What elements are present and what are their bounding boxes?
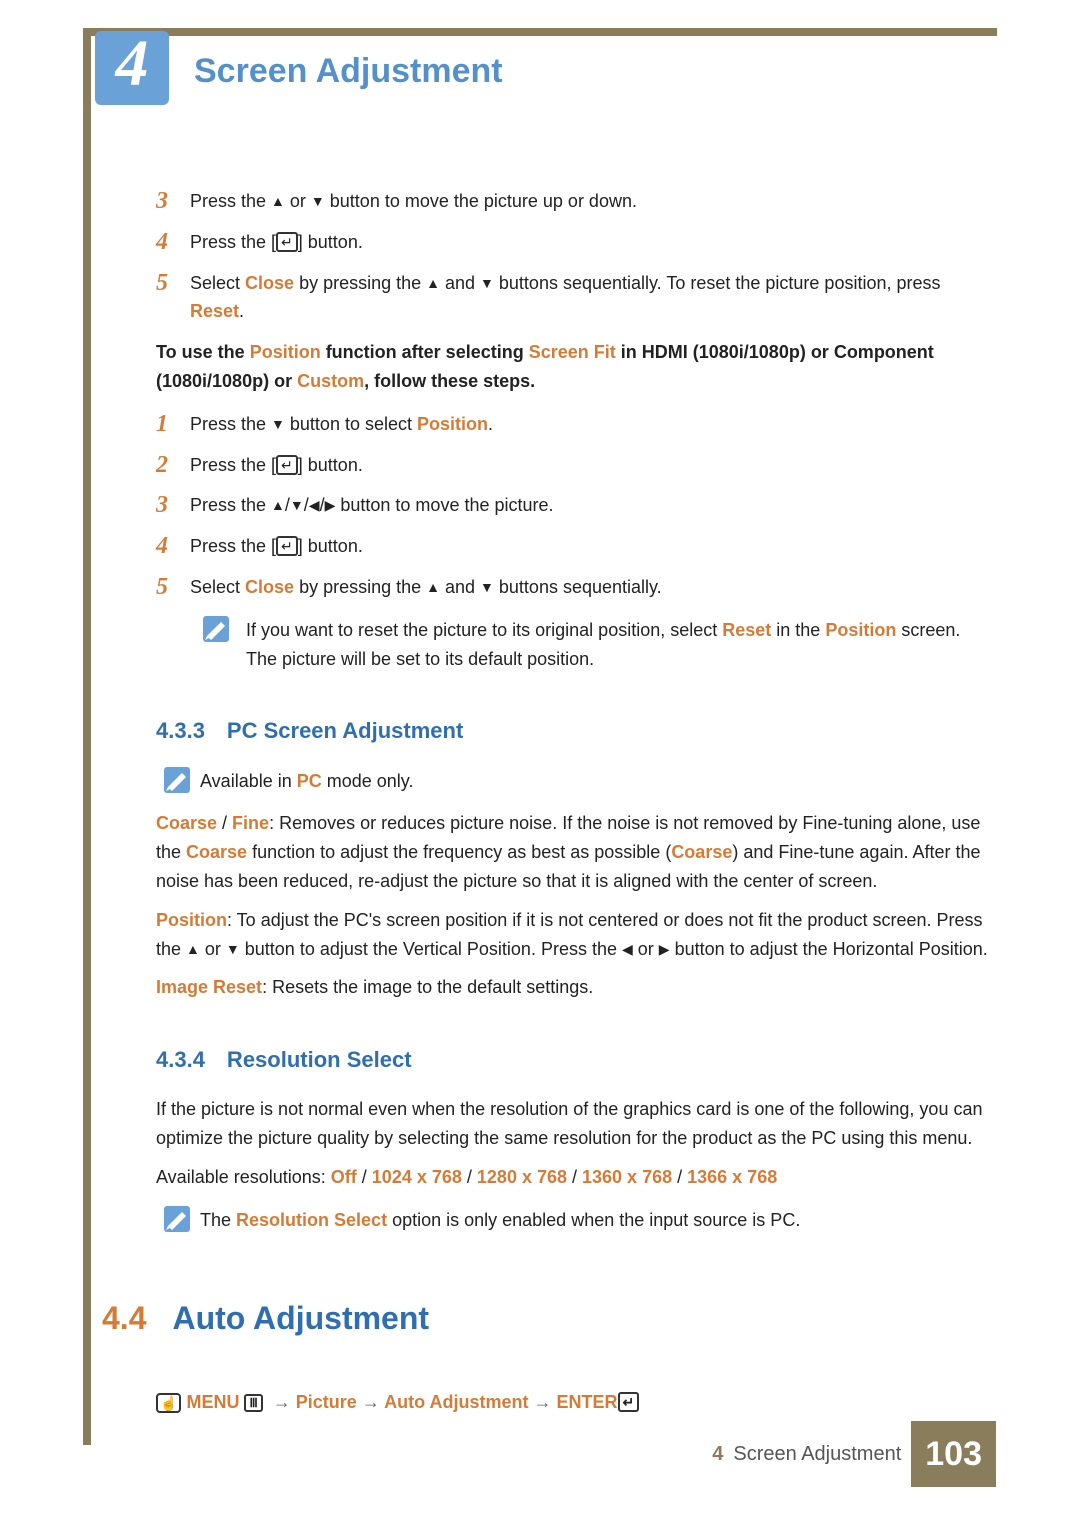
step-number: 4 — [156, 228, 190, 257]
heading-434: 4.3.4 Resolution Select — [156, 1042, 996, 1077]
chapter-title: Screen Adjustment — [194, 44, 503, 98]
note-433-text: Available in PC mode only. — [200, 767, 996, 796]
step-row: 5Select Close by pressing the ▲ and ▼ bu… — [156, 269, 996, 327]
heading-433: 4.3.3 PC Screen Adjustment — [156, 713, 996, 748]
chapter-number-badge: 4 — [95, 31, 169, 105]
step-text: Press the [↵] button. — [190, 532, 996, 561]
step-row: 3Press the ▲/▼/◀/▶ button to move the pi… — [156, 491, 996, 520]
footer-chapter-number: 4 — [712, 1438, 723, 1470]
note-434-row: The Resolution Select option is only ena… — [154, 1206, 996, 1235]
side-border — [83, 28, 91, 1445]
para-434-1: If the picture is not normal even when t… — [156, 1095, 996, 1153]
note-433-row: Available in PC mode only. — [154, 767, 996, 796]
step-number: 4 — [156, 532, 190, 561]
step-text: Press the ▲ or ▼ button to move the pict… — [190, 187, 996, 216]
para-433-2: Position: To adjust the PC's screen posi… — [156, 906, 996, 964]
para-433-3: Image Reset: Resets the image to the def… — [156, 973, 996, 1002]
step-text: Press the [↵] button. — [190, 228, 996, 257]
step-number: 5 — [156, 269, 190, 298]
step-row: 1Press the ▼ button to select Position. — [156, 410, 996, 439]
section-44-number: 4.4 — [102, 1293, 146, 1344]
step-number: 3 — [156, 187, 190, 216]
steps-section-b: 1Press the ▼ button to select Position.2… — [156, 410, 996, 602]
page-content: 3Press the ▲ or ▼ button to move the pic… — [156, 183, 996, 1416]
step-text: Press the ▲/▼/◀/▶ button to move the pic… — [190, 491, 996, 520]
intro-b: To use the Position function after selec… — [156, 338, 996, 396]
page-footer: 4 Screen Adjustment 103 — [712, 1421, 996, 1487]
top-border — [83, 28, 997, 36]
note-b-row: If you want to reset the picture to its … — [186, 616, 996, 674]
footer-chapter-name: Screen Adjustment — [733, 1438, 901, 1470]
note-icon — [203, 616, 229, 642]
footer-page-number: 103 — [911, 1421, 996, 1487]
step-text: Press the [↵] button. — [190, 451, 996, 480]
section-44-heading: 4.4 Auto Adjustment — [102, 1293, 996, 1344]
step-text: Select Close by pressing the ▲ and ▼ but… — [190, 573, 996, 602]
note-b-text: If you want to reset the picture to its … — [246, 616, 996, 674]
step-number: 3 — [156, 491, 190, 520]
para-433-1: Coarse / Fine: Removes or reduces pictur… — [156, 809, 996, 895]
note-icon — [164, 767, 190, 793]
step-row: 3Press the ▲ or ▼ button to move the pic… — [156, 187, 996, 216]
step-row: 4Press the [↵] button. — [156, 532, 996, 561]
step-row: 4Press the [↵] button. — [156, 228, 996, 257]
steps-section-a: 3Press the ▲ or ▼ button to move the pic… — [156, 187, 996, 326]
step-row: 5Select Close by pressing the ▲ and ▼ bu… — [156, 573, 996, 602]
step-text: Select Close by pressing the ▲ and ▼ but… — [190, 269, 996, 327]
section-44-title: Auto Adjustment — [172, 1293, 429, 1344]
step-text: Press the ▼ button to select Position. — [190, 410, 996, 439]
nav-path-44: ☝ MENU Ⅲ → Picture → Auto Adjustment → E… — [156, 1388, 996, 1417]
step-number: 2 — [156, 451, 190, 480]
para-434-2: Available resolutions: Off / 1024 x 768 … — [156, 1163, 996, 1192]
note-434-text: The Resolution Select option is only ena… — [200, 1206, 996, 1235]
note-icon — [164, 1206, 190, 1232]
chapter-number: 4 — [116, 11, 149, 117]
step-number: 5 — [156, 573, 190, 602]
step-row: 2Press the [↵] button. — [156, 451, 996, 480]
step-number: 1 — [156, 410, 190, 439]
